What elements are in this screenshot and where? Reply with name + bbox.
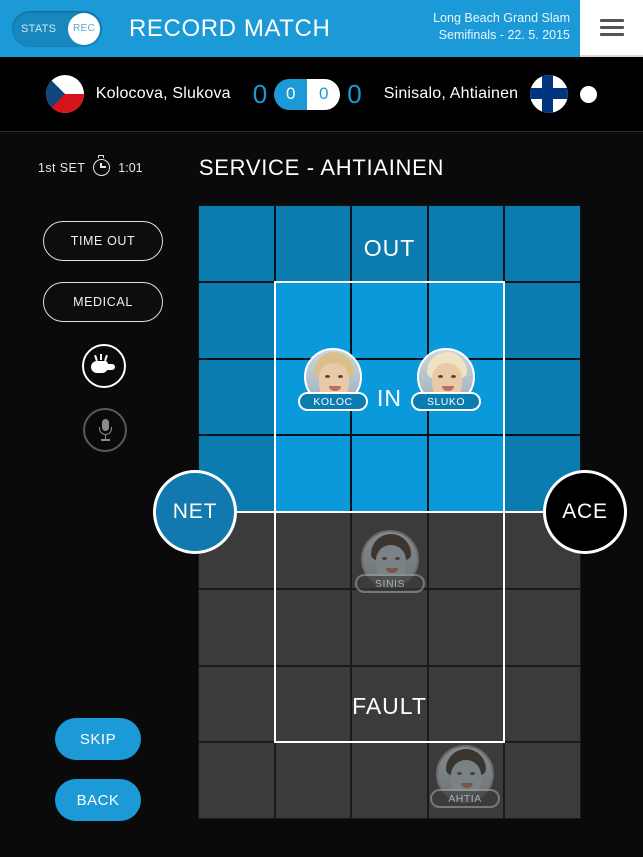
court-cell[interactable] bbox=[198, 742, 275, 819]
player-marker-sinis[interactable]: SINIS bbox=[355, 530, 425, 593]
whistle-button[interactable] bbox=[82, 344, 126, 388]
microphone-button[interactable] bbox=[83, 408, 127, 452]
player-name-badge: SINIS bbox=[355, 574, 425, 593]
finland-flag-icon bbox=[530, 75, 569, 113]
court-cell[interactable] bbox=[198, 358, 275, 436]
service-title: SERVICE - AHTIAINEN bbox=[198, 155, 445, 180]
player-name-badge: KOLOC bbox=[298, 392, 368, 411]
home-points-value: 0 bbox=[286, 84, 296, 103]
menu-button[interactable] bbox=[580, 0, 643, 57]
court-cell[interactable] bbox=[274, 588, 352, 666]
match-stage-date: Semifinals - 22. 5. 2015 bbox=[438, 27, 570, 42]
court-cell[interactable] bbox=[351, 588, 428, 666]
hamburger-menu-icon bbox=[599, 15, 624, 40]
court-cell[interactable] bbox=[274, 205, 352, 282]
toggle-rec-knob[interactable]: REC bbox=[68, 12, 100, 45]
page-title: RECORD MATCH bbox=[129, 14, 331, 42]
court-cell[interactable] bbox=[198, 665, 275, 743]
czech-republic-flag-icon bbox=[45, 75, 84, 113]
court-cell[interactable] bbox=[504, 588, 581, 666]
court-grid: OUT IN FAULT KOLOC SLUKO SINIS AHTIA bbox=[198, 205, 581, 819]
away-points-value: 0 bbox=[319, 84, 329, 103]
ace-button-label: ACE bbox=[562, 500, 608, 523]
net-button-label: NET bbox=[172, 500, 218, 523]
points-pill: 0 0 bbox=[274, 78, 341, 110]
court-cell[interactable] bbox=[274, 665, 352, 743]
court-cell[interactable] bbox=[427, 281, 505, 359]
player-name-badge: SLUKO bbox=[411, 392, 481, 411]
court-cell[interactable] bbox=[351, 205, 428, 282]
scoreboard: Kolocova, Slukova 0 0 0 0 Sinisalo, Ahti… bbox=[0, 57, 643, 132]
court-cell[interactable] bbox=[427, 512, 505, 589]
app-header: STATS REC RECORD MATCH Long Beach Grand … bbox=[0, 0, 643, 57]
player-marker-koloc[interactable]: KOLOC bbox=[298, 348, 368, 411]
away-team[interactable]: Sinisalo, Ahtiainen bbox=[384, 75, 598, 113]
home-sets-score: 0 bbox=[252, 78, 268, 109]
record-match-screen: STATS REC RECORD MATCH Long Beach Grand … bbox=[0, 0, 643, 857]
court-cell[interactable] bbox=[504, 665, 581, 743]
court-cell[interactable] bbox=[351, 281, 428, 359]
toggle-rec-label: REC bbox=[72, 23, 95, 34]
toggle-stats-label: STATS bbox=[21, 22, 57, 35]
back-button[interactable]: BACK bbox=[55, 779, 141, 821]
court-cell[interactable] bbox=[198, 588, 275, 666]
home-team-name: Kolocova, Slukova bbox=[95, 85, 231, 102]
time-out-label: TIME OUT bbox=[70, 234, 136, 248]
time-out-button[interactable]: TIME OUT bbox=[43, 221, 163, 261]
net-button[interactable]: NET bbox=[153, 470, 237, 554]
back-label: BACK bbox=[76, 791, 120, 809]
home-points: 0 bbox=[274, 78, 308, 110]
court-cell[interactable] bbox=[351, 435, 428, 512]
ace-button[interactable]: ACE bbox=[543, 470, 627, 554]
player-badge-label: SINIS bbox=[375, 577, 405, 590]
player-marker-ahtia[interactable]: AHTIA bbox=[430, 745, 500, 808]
match-meta: Long Beach Grand Slam Semifinals - 22. 5… bbox=[433, 10, 570, 44]
medical-label: MEDICAL bbox=[73, 295, 133, 309]
away-sets-score: 0 bbox=[347, 78, 362, 109]
player-badge-label: AHTIA bbox=[448, 792, 482, 805]
player-badge-label: KOLOC bbox=[313, 395, 353, 408]
court-cell[interactable] bbox=[198, 281, 275, 359]
tournament-name: Long Beach Grand Slam bbox=[433, 11, 570, 25]
court-cell[interactable] bbox=[274, 742, 352, 819]
court-cell[interactable] bbox=[274, 435, 352, 512]
court-cell[interactable] bbox=[504, 358, 581, 436]
skip-button[interactable]: SKIP bbox=[55, 718, 141, 760]
skip-label: SKIP bbox=[79, 730, 117, 748]
court-cell[interactable] bbox=[427, 205, 505, 282]
court-near-half bbox=[198, 205, 581, 512]
court-cell[interactable] bbox=[274, 281, 352, 359]
court-cell[interactable] bbox=[274, 512, 352, 589]
court-cell[interactable] bbox=[427, 435, 505, 512]
court-cell[interactable] bbox=[504, 205, 581, 282]
stats-rec-toggle[interactable]: STATS REC bbox=[12, 10, 102, 47]
home-team[interactable]: Kolocova, Slukova bbox=[45, 75, 231, 113]
whistle-icon bbox=[91, 354, 117, 375]
court-cell[interactable] bbox=[504, 281, 581, 359]
player-badge-label: SLUKO bbox=[426, 395, 466, 408]
court-cell[interactable] bbox=[427, 588, 505, 666]
microphone-icon bbox=[98, 419, 112, 441]
serve-indicator-dot bbox=[580, 85, 598, 103]
court-cell[interactable] bbox=[198, 205, 275, 282]
court-cell[interactable] bbox=[351, 742, 428, 819]
court-cell[interactable] bbox=[504, 742, 581, 819]
away-team-name: Sinisalo, Ahtiainen bbox=[383, 85, 519, 102]
court-cell[interactable] bbox=[351, 665, 428, 743]
player-marker-sluko[interactable]: SLUKO bbox=[411, 348, 481, 411]
away-points: 0 bbox=[307, 78, 341, 110]
medical-button[interactable]: MEDICAL bbox=[43, 282, 163, 322]
court-cell[interactable] bbox=[427, 665, 505, 743]
player-name-badge: AHTIA bbox=[430, 789, 500, 808]
